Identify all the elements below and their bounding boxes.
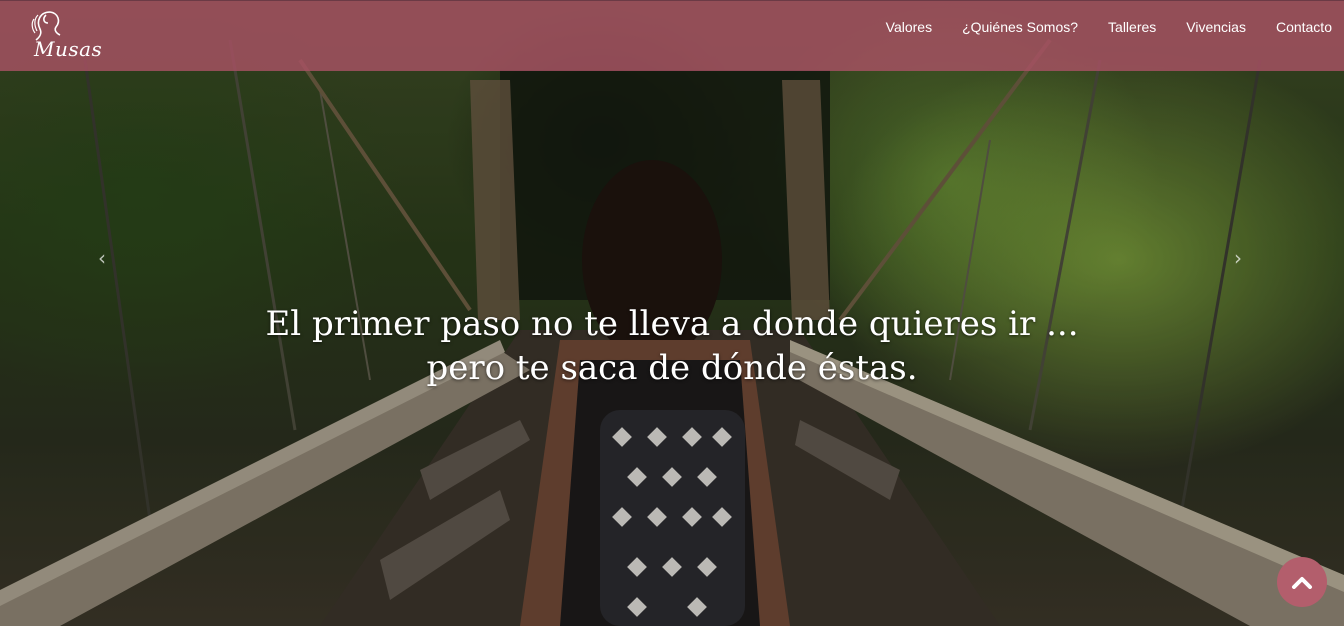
site-logo[interactable]: Musas [18, 7, 102, 67]
carousel-next-icon[interactable]: › [1234, 246, 1242, 270]
site-header: Musas Valores ¿Quiénes Somos? Talleres V… [0, 0, 1344, 71]
hero-headline-line-1: El primer paso no te lleva a donde quier… [265, 304, 1079, 344]
logo-text: Musas [34, 37, 103, 61]
nav-item-valores[interactable]: Valores [886, 19, 932, 35]
nav-item-contacto[interactable]: Contacto [1276, 19, 1332, 35]
carousel-prev-icon[interactable]: ‹ [98, 246, 106, 270]
page: Musas Valores ¿Quiénes Somos? Talleres V… [0, 0, 1344, 626]
hero-headline-line-2: pero te saca de dónde éstas. [426, 348, 918, 388]
main-navigation: Valores ¿Quiénes Somos? Talleres Vivenci… [886, 1, 1332, 53]
nav-item-vivencias[interactable]: Vivencias [1186, 19, 1246, 35]
chevron-up-icon [1292, 577, 1312, 589]
scroll-to-top-button[interactable] [1277, 557, 1327, 607]
nav-item-quienes-somos[interactable]: ¿Quiénes Somos? [962, 19, 1078, 35]
hero-headline: El primer paso no te lleva a donde quier… [0, 302, 1344, 390]
nav-item-talleres[interactable]: Talleres [1108, 19, 1156, 35]
